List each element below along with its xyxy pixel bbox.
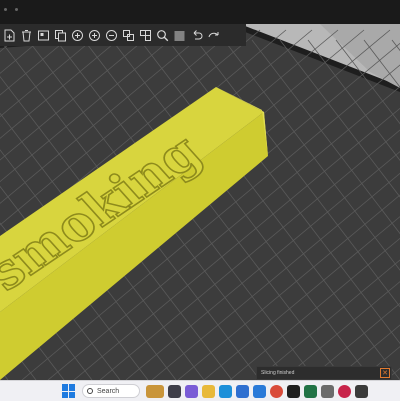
chrome-icon[interactable] xyxy=(270,384,283,398)
split-objects-icon[interactable] xyxy=(121,28,136,43)
viewport-scene[interactable]: smoking xyxy=(0,24,400,380)
split-parts-icon[interactable] xyxy=(138,28,153,43)
close-icon[interactable]: ✕ xyxy=(380,368,390,378)
search-icon[interactable] xyxy=(155,28,170,43)
redo-icon[interactable] xyxy=(206,28,221,43)
undo-icon[interactable] xyxy=(189,28,204,43)
titlebar-dot xyxy=(15,8,18,11)
add-instance-icon[interactable] xyxy=(87,28,102,43)
search-icon xyxy=(87,388,93,394)
taskbar-search-box[interactable]: Search xyxy=(82,384,140,398)
file-explorer-icon[interactable] xyxy=(202,384,215,398)
copy-icon[interactable] xyxy=(53,28,68,43)
task-view-icon[interactable] xyxy=(168,384,181,398)
raspberry-icon[interactable] xyxy=(338,384,351,398)
weather-icon[interactable] xyxy=(146,384,164,398)
start-tile xyxy=(69,391,75,398)
start-tile xyxy=(69,384,75,391)
3d-viewport[interactable]: smoking xyxy=(0,24,400,380)
plater-toolbar xyxy=(0,24,246,46)
slicing-notification: Slicing finished ✕ xyxy=(256,366,392,380)
edge-browser-icon[interactable] xyxy=(219,384,232,398)
delete-icon[interactable] xyxy=(19,28,34,43)
notification-message: Slicing finished xyxy=(261,370,295,376)
paste-icon[interactable] xyxy=(70,28,85,43)
excel-icon[interactable] xyxy=(304,384,317,398)
layers-icon[interactable] xyxy=(172,28,187,43)
start-tile xyxy=(62,384,68,391)
start-tile xyxy=(62,391,68,398)
windows-start-icon[interactable] xyxy=(62,384,76,398)
window-titlebar xyxy=(0,0,400,24)
mail-icon[interactable] xyxy=(253,384,266,398)
slicer-app-icon[interactable] xyxy=(287,384,300,398)
titlebar-dot xyxy=(4,8,7,11)
chat-icon[interactable] xyxy=(185,384,198,398)
app-icon[interactable] xyxy=(321,384,334,398)
taskbar-search-placeholder: Search xyxy=(97,387,120,395)
app-icon[interactable] xyxy=(355,384,368,398)
store-icon[interactable] xyxy=(236,384,249,398)
remove-instance-icon[interactable] xyxy=(104,28,119,43)
arrange-icon[interactable] xyxy=(36,28,51,43)
windows-taskbar: Search xyxy=(0,380,400,401)
titlebar-dots xyxy=(4,8,18,11)
taskbar-apps xyxy=(146,384,368,398)
add-file-icon[interactable] xyxy=(2,28,17,43)
